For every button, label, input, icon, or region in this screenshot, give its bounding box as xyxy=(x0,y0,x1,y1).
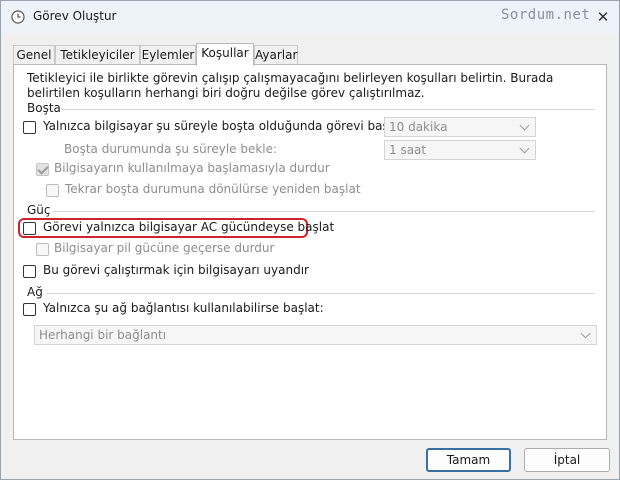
ok-button[interactable]: Tamam xyxy=(426,448,511,472)
cancel-button[interactable]: İptal xyxy=(524,448,610,472)
tab-tetikleyiciler[interactable]: Tetikleyiciler xyxy=(55,45,140,64)
power-section-title: Güç xyxy=(27,203,51,217)
idle-duration-combo: 10 dakika xyxy=(384,117,536,137)
start-only-idle-label: Yalnızca bilgisayar şu süreyle boşta old… xyxy=(43,119,409,133)
start-only-network-checkbox[interactable] xyxy=(23,303,36,316)
stop-if-active-label: Bilgisayarın kullanılmaya başlamasıyla d… xyxy=(54,161,330,175)
chevron-down-icon xyxy=(519,118,531,136)
close-button[interactable]: ✕ xyxy=(592,6,614,28)
tab-ayarlar[interactable]: Ayarlar xyxy=(254,45,298,64)
start-only-ac-label: Görevi yalnızca bilgisayar AC gücündeyse… xyxy=(43,220,335,234)
network-connection-combo: Herhangi bir bağlantı xyxy=(34,325,597,345)
tab-genel[interactable]: Genel xyxy=(13,45,55,64)
stop-if-active-checkbox xyxy=(36,163,49,176)
window-title: Görev Oluştur xyxy=(33,9,117,23)
conditions-description: Tetikleyici ile birlikte görevin çalışıp… xyxy=(27,71,554,100)
network-separator xyxy=(47,293,595,294)
idle-duration-value: 10 dakika xyxy=(389,120,448,134)
network-section-title: Ağ xyxy=(27,285,43,299)
start-only-network-label: Yalnızca şu ağ bağlantısı kullanılabilir… xyxy=(43,301,324,315)
wait-duration-combo: 1 saat xyxy=(384,140,536,160)
restart-if-idle-checkbox xyxy=(46,184,59,197)
stop-on-battery-label: Bilgisayar pil gücüne geçerse durdur xyxy=(54,241,275,255)
stop-on-battery-checkbox xyxy=(36,243,49,256)
watermark-text: Sordum.net xyxy=(501,7,591,23)
wait-duration-label: Boşta durumunda şu süreyle bekle: xyxy=(64,142,278,156)
start-only-ac-checkbox[interactable] xyxy=(23,222,36,235)
clock-icon xyxy=(11,10,25,24)
start-only-idle-checkbox[interactable] xyxy=(23,121,36,134)
chevron-down-icon xyxy=(580,326,592,344)
restart-if-idle-label: Tekrar boşta durumuna dönülürse yeniden … xyxy=(65,182,361,196)
power-separator xyxy=(53,211,595,212)
chevron-down-icon xyxy=(519,141,531,159)
wake-to-run-checkbox[interactable] xyxy=(23,265,36,278)
wait-duration-value: 1 saat xyxy=(389,143,427,157)
idle-section-title: Boşta xyxy=(27,101,61,115)
wake-to-run-label: Bu görevi çalıştırmak için bilgisayarı u… xyxy=(43,263,309,277)
tab-eylemler[interactable]: Eylemler xyxy=(140,45,196,64)
idle-separator xyxy=(61,109,595,110)
title-bar: Görev Oluştur Sordum.net ✕ xyxy=(1,1,619,33)
tab-kosullar[interactable]: Koşullar xyxy=(196,43,254,66)
create-task-window: Görev Oluştur Sordum.net ✕ Genel Tetikle… xyxy=(0,0,620,480)
network-connection-value: Herhangi bir bağlantı xyxy=(39,328,167,342)
